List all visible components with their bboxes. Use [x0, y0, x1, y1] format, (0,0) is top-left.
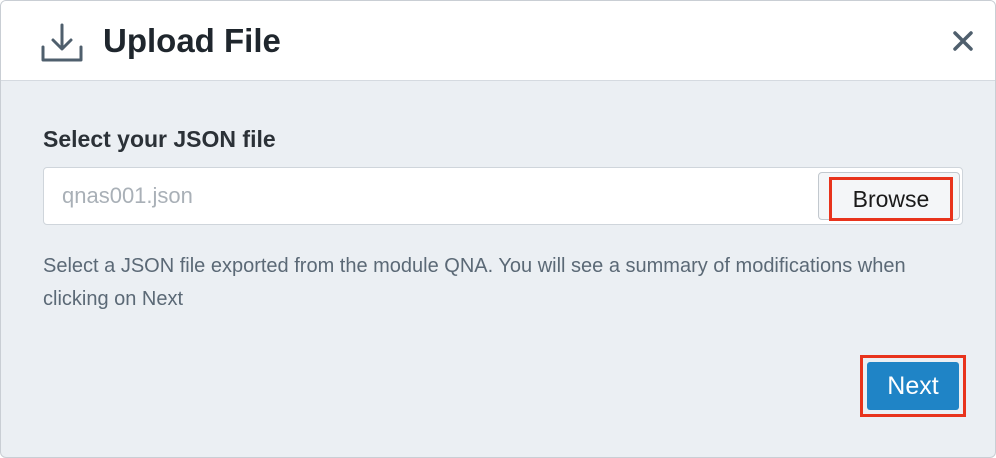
- browse-button[interactable]: Browse: [818, 172, 960, 221]
- field-label: Select your JSON file: [43, 126, 276, 152]
- close-button[interactable]: [949, 27, 977, 55]
- download-icon: [41, 23, 83, 63]
- dialog-header: Upload File: [1, 1, 995, 81]
- file-path-input[interactable]: qnas001.json: [62, 168, 193, 224]
- close-icon: [953, 31, 973, 51]
- browse-button-label: Browse: [829, 177, 953, 221]
- file-input-group: qnas001.json Browse: [43, 167, 963, 225]
- next-button-highlight: Next: [860, 355, 966, 417]
- help-text: Select a JSON file exported from the mod…: [43, 255, 906, 310]
- upload-file-dialog: Upload File Select your JSON file qnas00…: [0, 0, 996, 458]
- next-button[interactable]: Next: [867, 362, 959, 410]
- dialog-title: Upload File: [103, 22, 281, 59]
